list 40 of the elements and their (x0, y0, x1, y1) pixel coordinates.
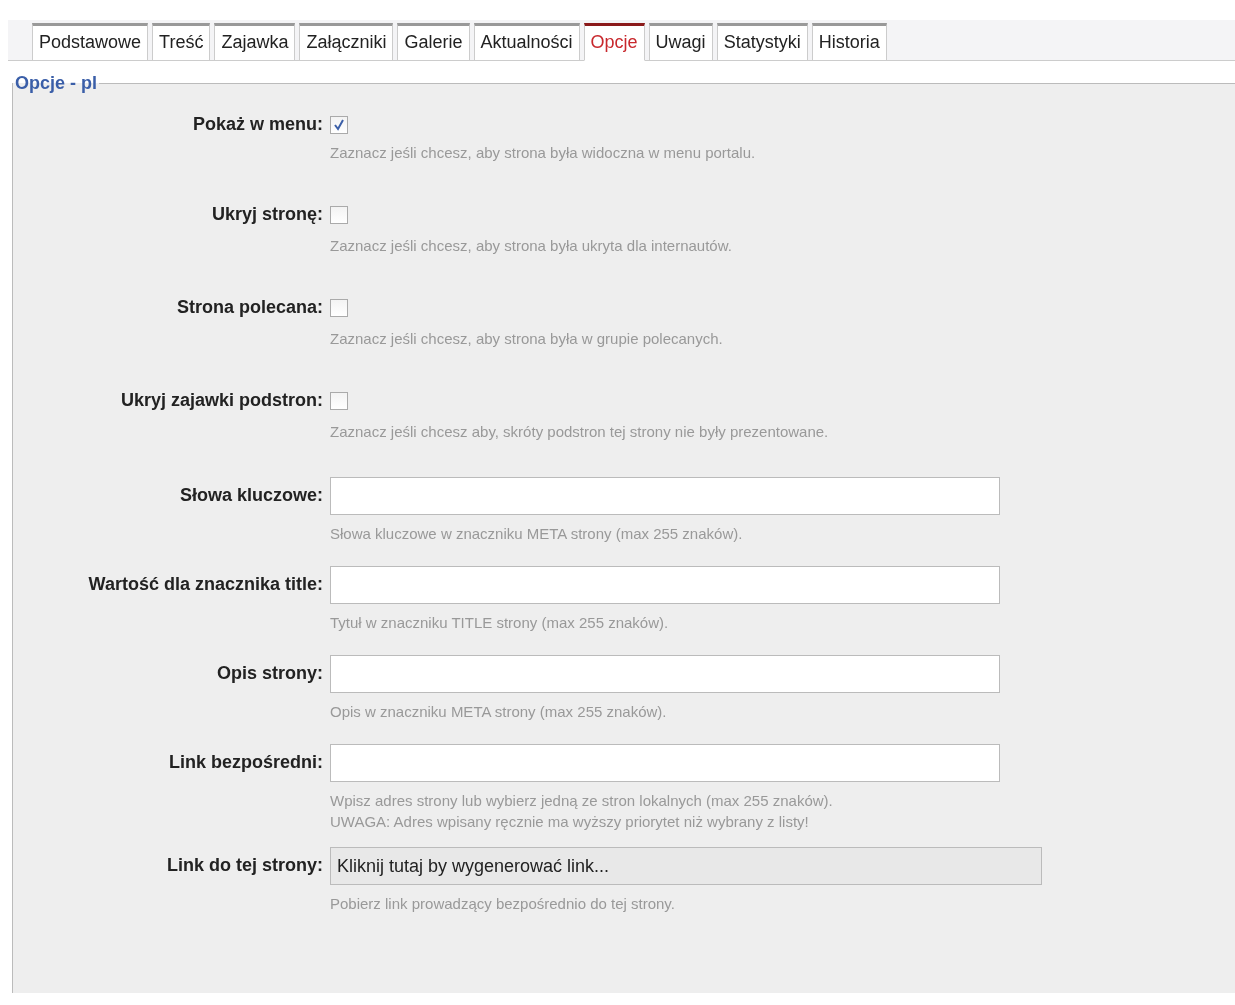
field-hint: Słowa kluczowe w znaczniku META strony (max 255 znaków). (330, 525, 744, 542)
field-hint: UWAGA: Adres wpisany ręcznie ma wyższy priorytet niż wybrany z listy! (330, 813, 810, 830)
tab[interactable]: Statystyki (716, 23, 808, 61)
tab[interactable]: Aktualności (473, 23, 580, 61)
checkbox[interactable] (330, 206, 348, 224)
tab[interactable]: Galerie (397, 23, 470, 61)
text-field[interactable] (330, 566, 1000, 604)
tab[interactable]: Treść (152, 23, 211, 61)
section-legend: Opcje - pl (13, 73, 99, 94)
text-field[interactable] (330, 655, 1000, 693)
field-label: Ukryj stronę: (210, 203, 323, 225)
tab[interactable]: Zajawka (214, 23, 296, 61)
field-hint: Wpisz adres strony lub wybierz jedną ze stron lokalnych (max 255 znaków). (330, 792, 834, 809)
field-label: Wartość dla znacznika title: (87, 573, 323, 595)
field-label: Pokaż w menu: (191, 113, 323, 135)
field-hint: Tytuł w znaczniku TITLE strony (max 255 znaków). (330, 614, 670, 631)
field-hint: Pobierz link prowadzący bezpośrednio do tej strony. (330, 895, 676, 912)
checkbox[interactable] (330, 299, 348, 317)
checkbox[interactable] (330, 116, 348, 134)
field-label: Słowa kluczowe: (178, 484, 323, 506)
field-hint: Zaznacz jeśli chcesz, aby strona była ukryta dla internautów. (330, 237, 733, 254)
field-label: Link do tej strony: (166, 854, 323, 876)
tab[interactable]: Podstawowe (32, 23, 149, 61)
field-label: Link bezpośredni: (168, 751, 323, 773)
field-hint: Zaznacz jeśli chcesz aby, skróty podstron tej strony nie były prezentowane. (330, 423, 830, 440)
tab[interactable]: Historia (811, 23, 887, 61)
text-field[interactable] (330, 744, 1000, 782)
field-label: Strona polecana: (175, 296, 323, 318)
tab[interactable]: Uwagi (648, 23, 713, 61)
checkbox[interactable] (330, 392, 348, 410)
field-label: Ukryj zajawki podstron: (119, 389, 323, 411)
generate-link-button[interactable]: Kliknij tutaj by wygenerować link... (330, 847, 1042, 885)
text-field[interactable] (330, 477, 1000, 515)
field-hint: Zaznacz jeśli chcesz, aby strona była w grupie polecanych. (330, 330, 724, 347)
field-label: Opis strony: (216, 662, 323, 684)
tab[interactable]: Załączniki (299, 23, 394, 61)
field-hint: Zaznacz jeśli chcesz, aby strona była widoczna w menu portalu. (330, 144, 757, 161)
field-hint: Opis w znaczniku META strony (max 255 znaków). (330, 703, 668, 720)
tab[interactable]: Opcje (583, 23, 645, 61)
check-icon (333, 119, 345, 131)
